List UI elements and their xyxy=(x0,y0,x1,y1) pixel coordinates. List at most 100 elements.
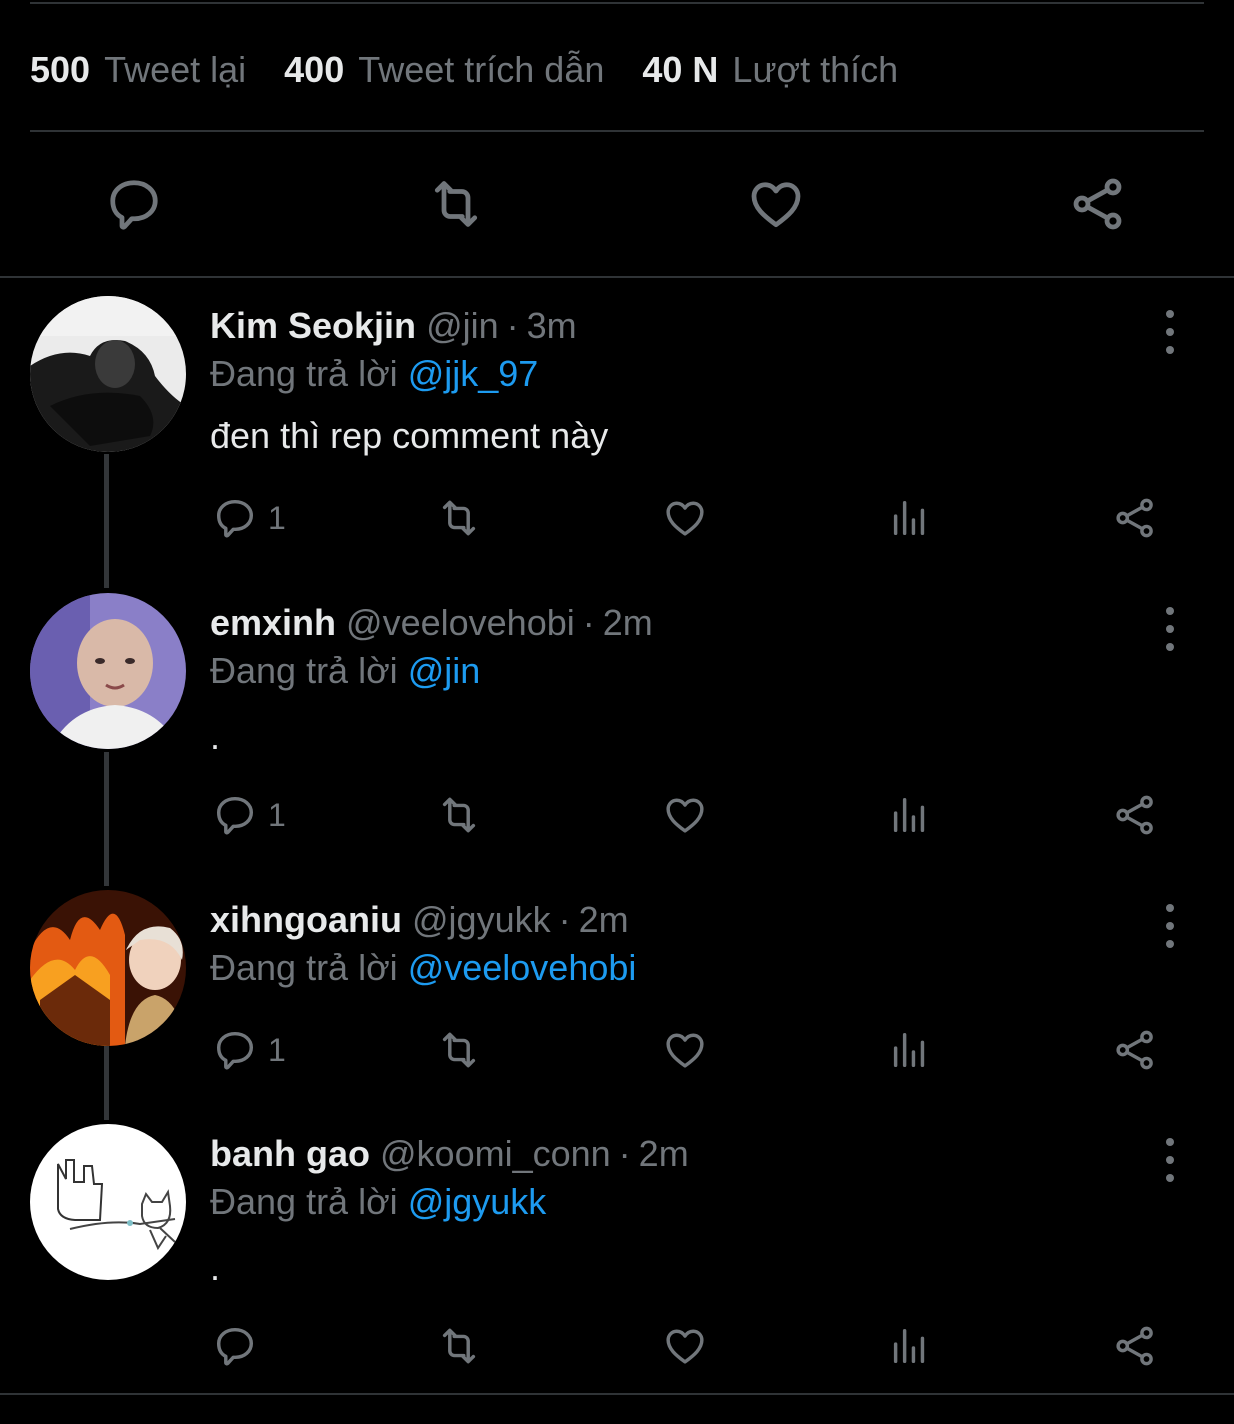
more-dot-icon xyxy=(1166,643,1174,651)
display-name[interactable]: banh gao xyxy=(210,1133,370,1175)
replying-label: Đang trả lời xyxy=(210,1181,398,1222)
avatar-image xyxy=(30,296,186,452)
replying-to: Đang trả lời @jjk_97 xyxy=(210,352,538,396)
reply-button[interactable] xyxy=(212,1320,268,1372)
more-dot-icon xyxy=(1166,904,1174,912)
display-name[interactable]: emxinh xyxy=(210,602,336,644)
retweet-button[interactable] xyxy=(436,1320,482,1372)
more-options-button[interactable] xyxy=(1150,306,1190,358)
like-icon xyxy=(746,174,806,234)
reply-button[interactable]: 1 xyxy=(212,1024,286,1076)
stat-quote-tweets[interactable]: 400 Tweet trích dẫn xyxy=(284,49,604,91)
reply-icon xyxy=(104,174,164,234)
retweet-icon xyxy=(436,792,482,838)
reply-to-mention[interactable]: @jin xyxy=(408,650,481,692)
like-icon xyxy=(662,495,708,541)
avatar[interactable] xyxy=(30,593,186,749)
user-handle[interactable]: @koomi_conn xyxy=(380,1133,611,1175)
tweet-actions: 1 xyxy=(0,492,1234,544)
retweet-icon xyxy=(436,1323,482,1369)
share-button[interactable] xyxy=(1112,1320,1158,1372)
tweet-actions xyxy=(0,1320,1234,1372)
share-icon xyxy=(1112,1323,1158,1369)
user-handle[interactable]: @jin xyxy=(426,305,499,347)
timestamp[interactable]: 3m xyxy=(527,305,577,347)
avatar[interactable] xyxy=(30,296,186,452)
share-icon xyxy=(1112,1027,1158,1073)
stat-likes[interactable]: 40 N Lượt thích xyxy=(642,49,898,91)
retweet-button[interactable] xyxy=(420,168,492,240)
share-icon xyxy=(1112,792,1158,838)
reply-to-mention[interactable]: @veelovehobi xyxy=(408,947,637,989)
stats-divider xyxy=(30,130,1204,132)
more-dot-icon xyxy=(1166,1138,1174,1146)
reply-icon xyxy=(212,495,258,541)
retweet-button[interactable] xyxy=(436,492,482,544)
like-button[interactable] xyxy=(740,168,812,240)
reply-icon xyxy=(212,792,258,838)
reply-button[interactable]: 1 xyxy=(212,492,286,544)
avatar[interactable] xyxy=(30,1124,186,1280)
retweet-button[interactable] xyxy=(436,789,482,841)
timestamp[interactable]: 2m xyxy=(603,602,653,644)
stat-number: 500 xyxy=(30,49,91,90)
share-button[interactable] xyxy=(1112,789,1158,841)
like-button[interactable] xyxy=(662,789,708,841)
separator-dot: · xyxy=(618,1133,631,1174)
more-options-button[interactable] xyxy=(1150,603,1190,655)
separator-dot: · xyxy=(558,899,571,940)
engagement-stats: 500 Tweet lại 400 Tweet trích dẫn 40 N L… xyxy=(30,48,936,92)
replying-to: Đang trả lời @jgyukk xyxy=(210,1180,546,1224)
share-button[interactable] xyxy=(1062,168,1134,240)
retweet-button[interactable] xyxy=(436,1024,482,1076)
like-button[interactable] xyxy=(662,1320,708,1372)
reply-to-mention[interactable]: @jjk_97 xyxy=(408,353,539,395)
more-dot-icon xyxy=(1166,940,1174,948)
views-icon xyxy=(887,495,933,541)
like-button[interactable] xyxy=(662,1024,708,1076)
display-name[interactable]: Kim Seokjin xyxy=(210,305,416,347)
reply-icon xyxy=(212,1027,258,1073)
share-button[interactable] xyxy=(1112,1024,1158,1076)
replying-label: Đang trả lời xyxy=(210,650,398,691)
user-handle[interactable]: @veelovehobi xyxy=(346,602,575,644)
more-dot-icon xyxy=(1166,1156,1174,1164)
more-options-button[interactable] xyxy=(1150,1134,1190,1186)
top-divider xyxy=(30,2,1204,4)
like-icon xyxy=(662,1027,708,1073)
reply-button[interactable]: 1 xyxy=(212,789,286,841)
views-icon xyxy=(887,1027,933,1073)
tweet-text: . xyxy=(210,716,221,757)
timestamp[interactable]: 2m xyxy=(579,899,629,941)
views-button[interactable] xyxy=(887,492,933,544)
replying-label: Đang trả lời xyxy=(210,353,398,394)
views-icon xyxy=(887,1323,933,1369)
main-tweet-actions xyxy=(0,168,1234,240)
reply-button[interactable] xyxy=(98,168,170,240)
stat-retweets[interactable]: 500 Tweet lại xyxy=(30,49,246,91)
tweet-actions: 1 xyxy=(0,1024,1234,1076)
share-button[interactable] xyxy=(1112,492,1158,544)
display-name[interactable]: xihngoaniu xyxy=(210,899,402,941)
like-button[interactable] xyxy=(662,492,708,544)
avatar-image xyxy=(30,1124,186,1280)
more-options-button[interactable] xyxy=(1150,900,1190,952)
more-dot-icon xyxy=(1166,607,1174,615)
replying-to: Đang trả lời @veelovehobi xyxy=(210,946,636,990)
tweet-actions: 1 xyxy=(0,789,1234,841)
avatar[interactable] xyxy=(30,890,186,1046)
views-button[interactable] xyxy=(887,789,933,841)
tweet-text: đen thì rep comment này xyxy=(210,415,609,456)
views-button[interactable] xyxy=(887,1024,933,1076)
retweet-icon xyxy=(436,495,482,541)
timestamp[interactable]: 2m xyxy=(639,1133,689,1175)
user-handle[interactable]: @jgyukk xyxy=(412,899,551,941)
more-dot-icon xyxy=(1166,328,1174,336)
views-button[interactable] xyxy=(887,1320,933,1372)
reply-to-mention[interactable]: @jgyukk xyxy=(408,1181,547,1223)
retweet-icon xyxy=(426,174,486,234)
stat-label: Tweet trích dẫn xyxy=(358,49,605,90)
reply-count: 1 xyxy=(268,796,286,833)
avatar-image xyxy=(30,890,186,1046)
section-divider xyxy=(0,276,1234,278)
